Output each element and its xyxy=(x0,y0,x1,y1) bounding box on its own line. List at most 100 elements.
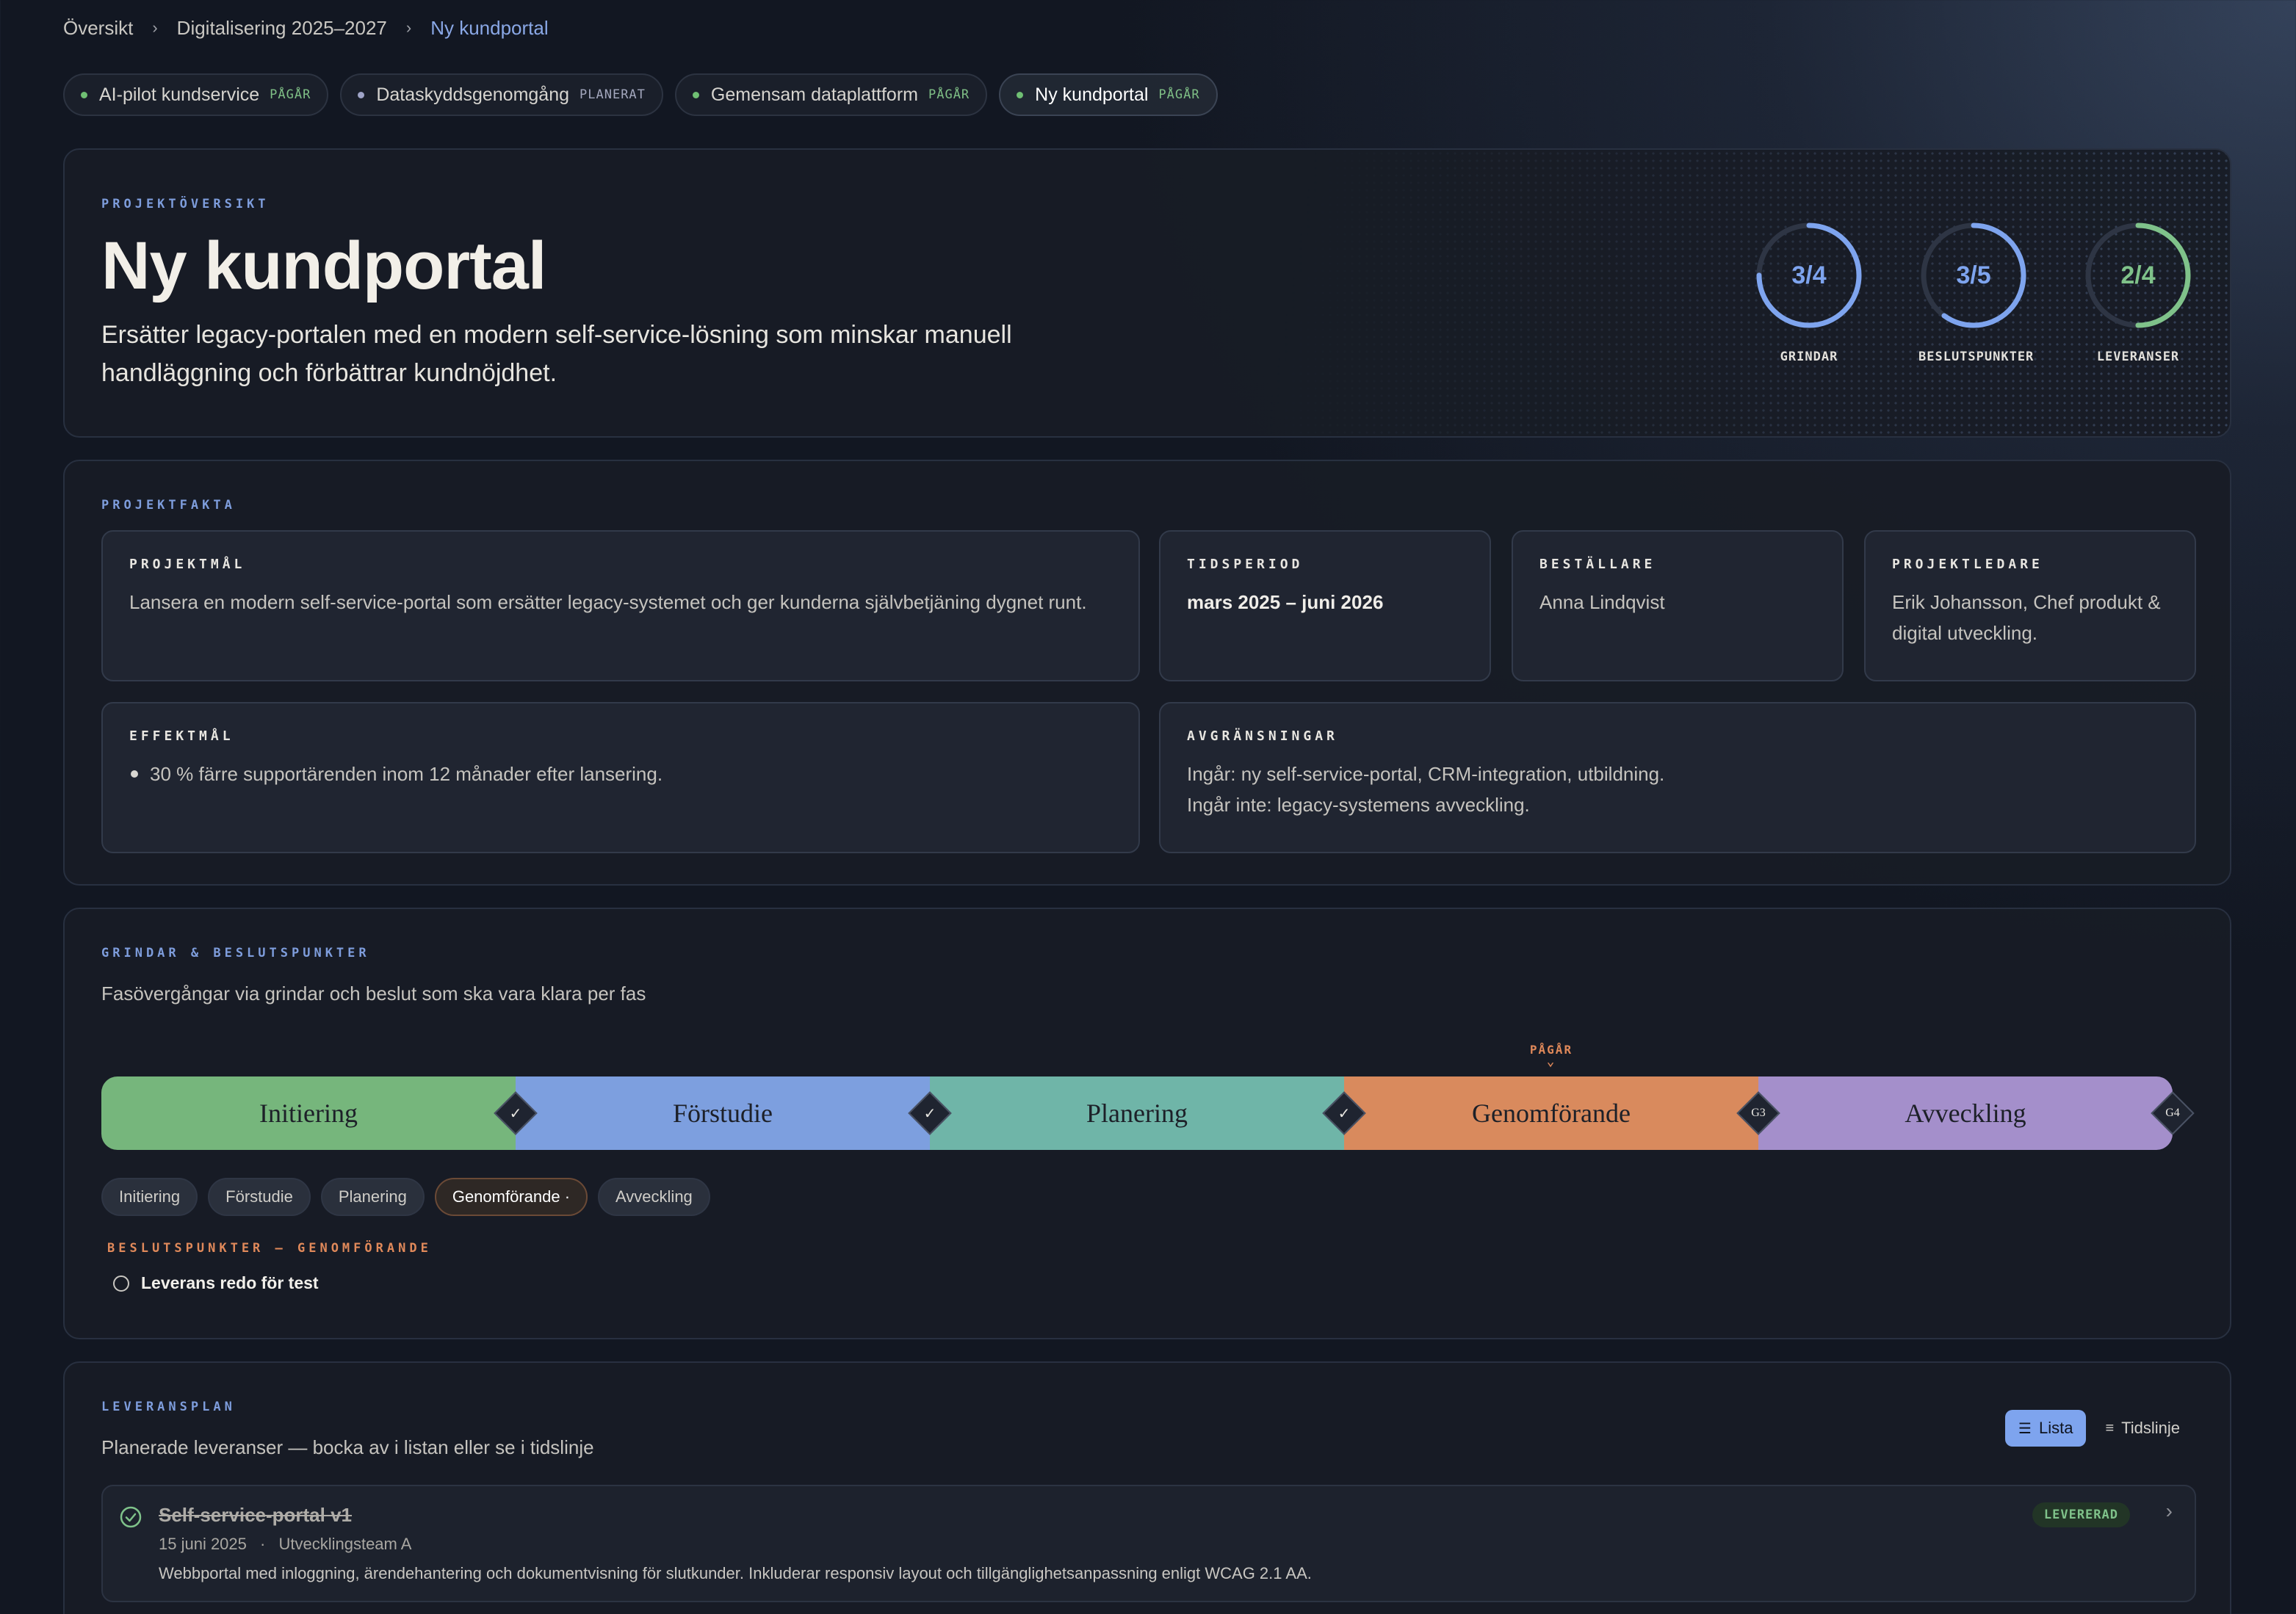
checkbox[interactable] xyxy=(113,1275,129,1292)
fact-goal: PROJEKTMÅL Lansera en modern self-servic… xyxy=(101,530,1140,681)
project-facts-card: PROJEKTFAKTA PROJEKTMÅL Lansera en moder… xyxy=(63,460,2231,886)
status-badge: PÅGÅR xyxy=(928,87,970,102)
project-tab[interactable]: AI-pilot kundservice PÅGÅR xyxy=(63,73,329,116)
status-dot xyxy=(358,91,365,98)
button-label: Lista xyxy=(2038,1419,2073,1437)
chevron-right-icon: › xyxy=(152,18,158,37)
project-description: Ersätter legacy-portalen med en modern s… xyxy=(101,321,1012,387)
chevron-right-icon[interactable]: › xyxy=(2166,1499,2173,1523)
separator-dot: · xyxy=(260,1535,266,1553)
status-badge: PÅGÅR xyxy=(270,87,311,102)
ring-label: LEVERANSER xyxy=(2096,350,2180,364)
project-tab[interactable]: Dataskyddsgenomgång PLANERAT xyxy=(340,73,663,116)
phase-filter: Initiering Förstudie Planering Genomförande… xyxy=(101,1178,710,1216)
check-circle-icon[interactable] xyxy=(119,1505,142,1532)
breadcrumb-current: Ny kundportal xyxy=(430,16,549,39)
breadcrumb-program[interactable]: Digitalisering 2025–2027 xyxy=(177,17,387,40)
section-label: PROJEKTÖVERSIKT xyxy=(101,197,270,211)
phase-segment[interactable]: Förstudie xyxy=(516,1076,930,1150)
project-tab-label: Gemensam dataplattform xyxy=(710,84,918,105)
project-tab-label: Dataskyddsgenomgång xyxy=(376,84,570,105)
effect-goal-list: 30 % färre supportärenden inom 12 månade… xyxy=(129,759,1112,789)
status-badge: LEVERERAD xyxy=(2032,1502,2130,1527)
ring-value: 3/5 xyxy=(1956,261,1991,289)
check-icon: ✓ xyxy=(509,1105,522,1122)
section-label: PROJEKTFAKTA xyxy=(101,498,236,513)
phase-segment[interactable]: Initiering xyxy=(101,1076,516,1150)
project-tabs: AI-pilot kundservice PÅGÅR Dataskyddsgenom… xyxy=(63,73,1218,116)
scope-excluded: Ingår inte: legacy-systemens avveckling. xyxy=(1187,794,1530,816)
chevron-right-icon: › xyxy=(405,18,412,37)
phase-bar: Initiering Förstudie Planering Genomförande… xyxy=(101,1076,2195,1150)
fact-value: Anna Lindqvist xyxy=(1539,591,1665,613)
status-dot xyxy=(1017,91,1024,98)
view-toggle: ☰ Lista ≡ Tidslinje xyxy=(2005,1410,2193,1447)
project-tab-label: Ny kundportal xyxy=(1035,84,1149,105)
list-icon: ☰ xyxy=(2018,1420,2032,1437)
fact-label: BESTÄLLARE xyxy=(1539,557,1656,572)
fact-period: TIDSPERIOD mars 2025 – juni 2026 xyxy=(1159,530,1491,681)
delivery-title: Self-service-portal v1 xyxy=(159,1504,353,1526)
project-tab[interactable]: Ny kundportal PÅGÅR xyxy=(999,73,1218,116)
breadcrumb: Översikt › Digitalisering 2025–2027 › Ny… xyxy=(63,13,549,43)
section-label: GRINDAR & BESLUTSPUNKTER xyxy=(101,946,370,960)
delivery-date: 15 juni 2025 xyxy=(159,1535,247,1553)
gate-label: G3 xyxy=(1751,1107,1766,1119)
status-badge: PÅGÅR xyxy=(1158,87,1200,102)
delivery-description: Webbportal med inloggning, ärendehanteri… xyxy=(159,1564,1312,1582)
decision-points-label: BESLUTSPUNKTER — GENOMFÖRANDE xyxy=(107,1241,432,1256)
phase-segment[interactable]: Planering xyxy=(930,1076,1344,1150)
fact-label: EFFEKTMÅL xyxy=(129,728,234,744)
ring-value: 3/4 xyxy=(1791,261,1827,289)
progress-ring: 2/4 LEVERANSER xyxy=(2083,220,2193,364)
gate-label: G4 xyxy=(2165,1107,2180,1119)
fact-label: TIDSPERIOD xyxy=(1187,557,1304,572)
ring-label: GRINDAR xyxy=(1780,350,1838,364)
delivery-team: Utvecklingsteam A xyxy=(278,1535,412,1553)
page-title: Ny kundportal xyxy=(101,228,546,303)
check-icon: ✓ xyxy=(923,1105,936,1122)
scope-included: Ingår: ny self-service-portal, CRM-integ… xyxy=(1187,763,1665,785)
section-subtitle: Planerade leveranser — bocka av i listan… xyxy=(101,1436,594,1458)
current-phase-indicator: PÅGÅR ⌄ xyxy=(1478,1043,1625,1069)
phase-pill[interactable]: Förstudie xyxy=(208,1178,311,1216)
phase-segment[interactable]: Genomförande xyxy=(1344,1076,1758,1150)
phase-segment[interactable]: Avveckling xyxy=(1758,1076,2173,1150)
gates-card: GRINDAR & BESLUTSPUNKTER Fasövergångar v… xyxy=(63,908,2231,1339)
fact-project-lead: PROJEKTLEDARE Erik Johansson, Chef produ… xyxy=(1864,530,2196,681)
phase-pill[interactable]: Avveckling xyxy=(598,1178,710,1216)
fact-orderer: BESTÄLLARE Anna Lindqvist xyxy=(1512,530,1844,681)
fact-effect-goals: EFFEKTMÅL 30 % färre supportärenden inom… xyxy=(101,702,1140,853)
phase-pill[interactable]: Genomförande · xyxy=(434,1178,588,1216)
decision-item[interactable]: Leverans redo för test xyxy=(113,1273,319,1293)
delivery-meta: 15 juni 2025 · Utvecklingsteam A xyxy=(159,1535,411,1554)
project-tab-label: AI-pilot kundservice xyxy=(99,84,260,105)
button-label: Tidslinje xyxy=(2121,1419,2180,1437)
section-subtitle: Fasövergångar via grindar och beslut som… xyxy=(101,982,646,1005)
section-label: LEVERANSPLAN xyxy=(101,1400,236,1414)
list-item: 30 % färre supportärenden inom 12 månade… xyxy=(129,759,1112,789)
fact-scope: AVGRÄNSNINGAR Ingår: ny self-service-por… xyxy=(1159,702,2196,853)
breadcrumb-overview[interactable]: Översikt xyxy=(63,17,133,40)
timeline-view-button[interactable]: ≡ Tidslinje xyxy=(2092,1410,2193,1447)
progress-ring: 3/4 GRINDAR xyxy=(1754,220,1864,364)
progress-ring: 3/5 BESLUTSPUNKTER xyxy=(1918,220,2035,364)
timeline-icon: ≡ xyxy=(2105,1419,2115,1436)
status-badge: PLANERAT xyxy=(580,87,646,102)
delivery-item[interactable]: Self-service-portal v1 15 juni 2025 · Ut… xyxy=(101,1485,2196,1602)
phase-pill[interactable]: Initiering xyxy=(101,1178,198,1216)
fact-value: Lansera en modern self-service-portal so… xyxy=(129,591,1087,613)
ring-label: BESLUTSPUNKTER xyxy=(1918,350,2035,364)
phase-pill[interactable]: Planering xyxy=(320,1178,425,1216)
fact-label: AVGRÄNSNINGAR xyxy=(1187,728,1338,744)
fact-value: mars 2025 – juni 2026 xyxy=(1187,591,1384,613)
delivery-plan-card: LEVERANSPLAN Planerade leveranser — bock… xyxy=(63,1361,2231,1614)
check-icon: ✓ xyxy=(1337,1105,1351,1122)
fact-label: PROJEKTMÅL xyxy=(129,557,246,572)
ring-value: 2/4 xyxy=(2120,261,2156,289)
chevron-down-icon: ⌄ xyxy=(1546,1054,1556,1069)
dot-pattern-decoration xyxy=(1202,150,2230,436)
project-tab[interactable]: Gemensam dataplattform PÅGÅR xyxy=(674,73,988,116)
project-overview-card: PROJEKTÖVERSIKT Ny kundportal Ersätter l… xyxy=(63,148,2231,438)
list-view-button[interactable]: ☰ Lista xyxy=(2005,1410,2087,1447)
